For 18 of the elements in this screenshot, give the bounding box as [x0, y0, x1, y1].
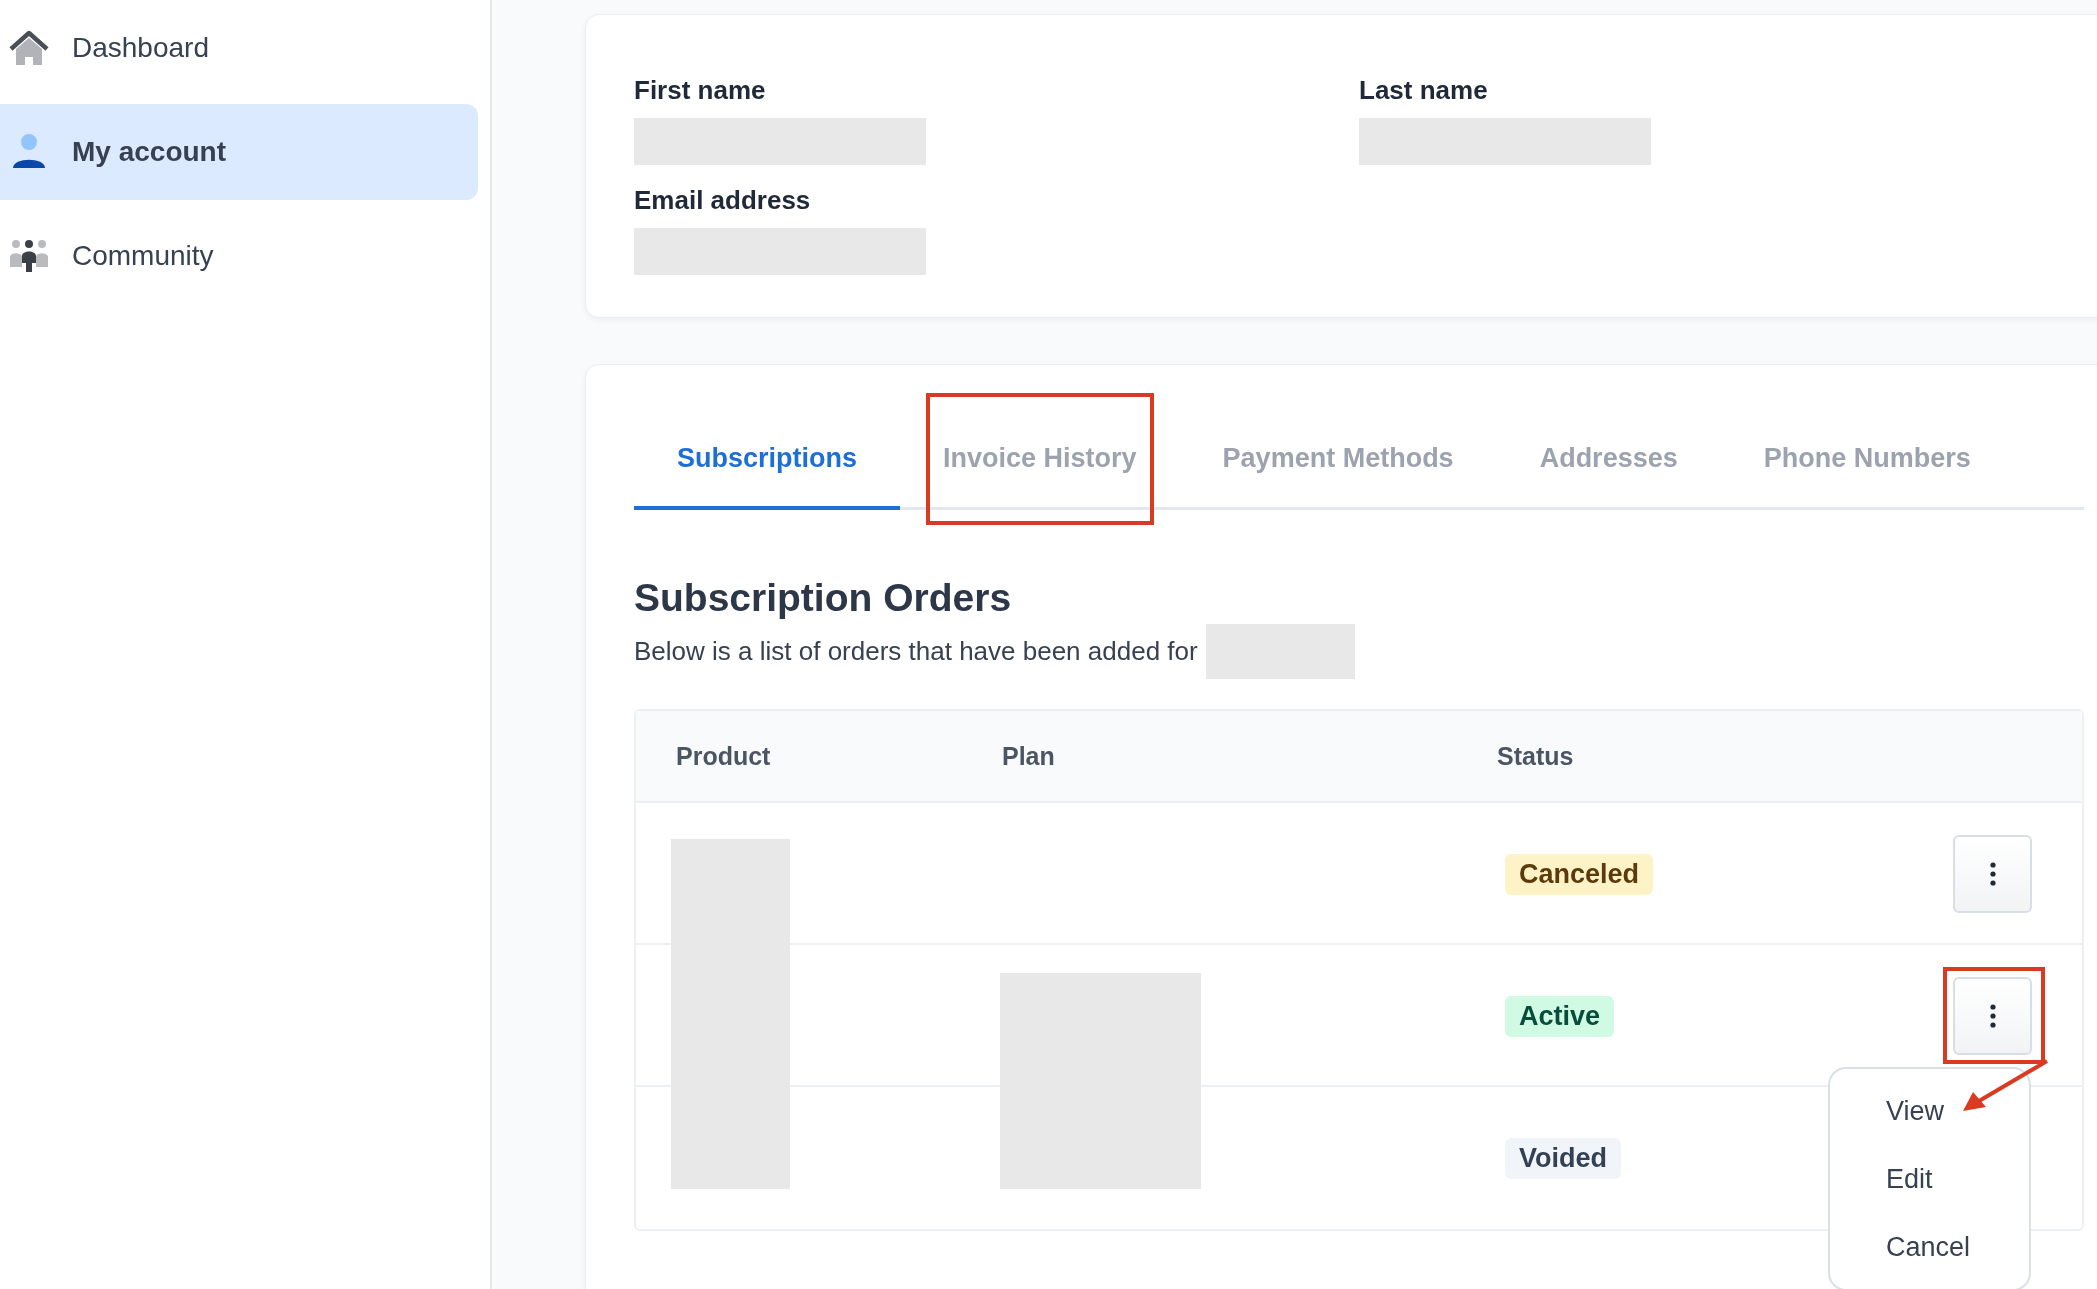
menu-item[interactable]: Edit	[1830, 1145, 2029, 1213]
column-header: Plan	[1002, 741, 1056, 771]
status-badge: Active	[1505, 995, 1615, 1037]
menu-item[interactable]: Cancel	[1830, 1213, 2029, 1281]
sidebar-item[interactable]: Community	[0, 208, 478, 304]
column-header: Status	[1497, 741, 1575, 771]
section-title: Subscription Orders	[634, 576, 1013, 620]
section-description: Below is a list of orders that have been added for	[634, 636, 1198, 667]
menu-item[interactable]: View	[1830, 1077, 2029, 1145]
status-badge: Canceled	[1505, 853, 1654, 895]
field-label: Email address	[634, 185, 812, 216]
status-badge: Voided	[1505, 1137, 1621, 1179]
field-label: First name	[634, 75, 767, 106]
sidebar-item[interactable]: My account	[0, 104, 478, 200]
field-label: Last name	[1359, 75, 1489, 106]
tab[interactable]: Subscriptions	[634, 410, 901, 510]
column-header: Product	[676, 741, 772, 771]
sidebar-item[interactable]: Dashboard	[0, 0, 478, 96]
